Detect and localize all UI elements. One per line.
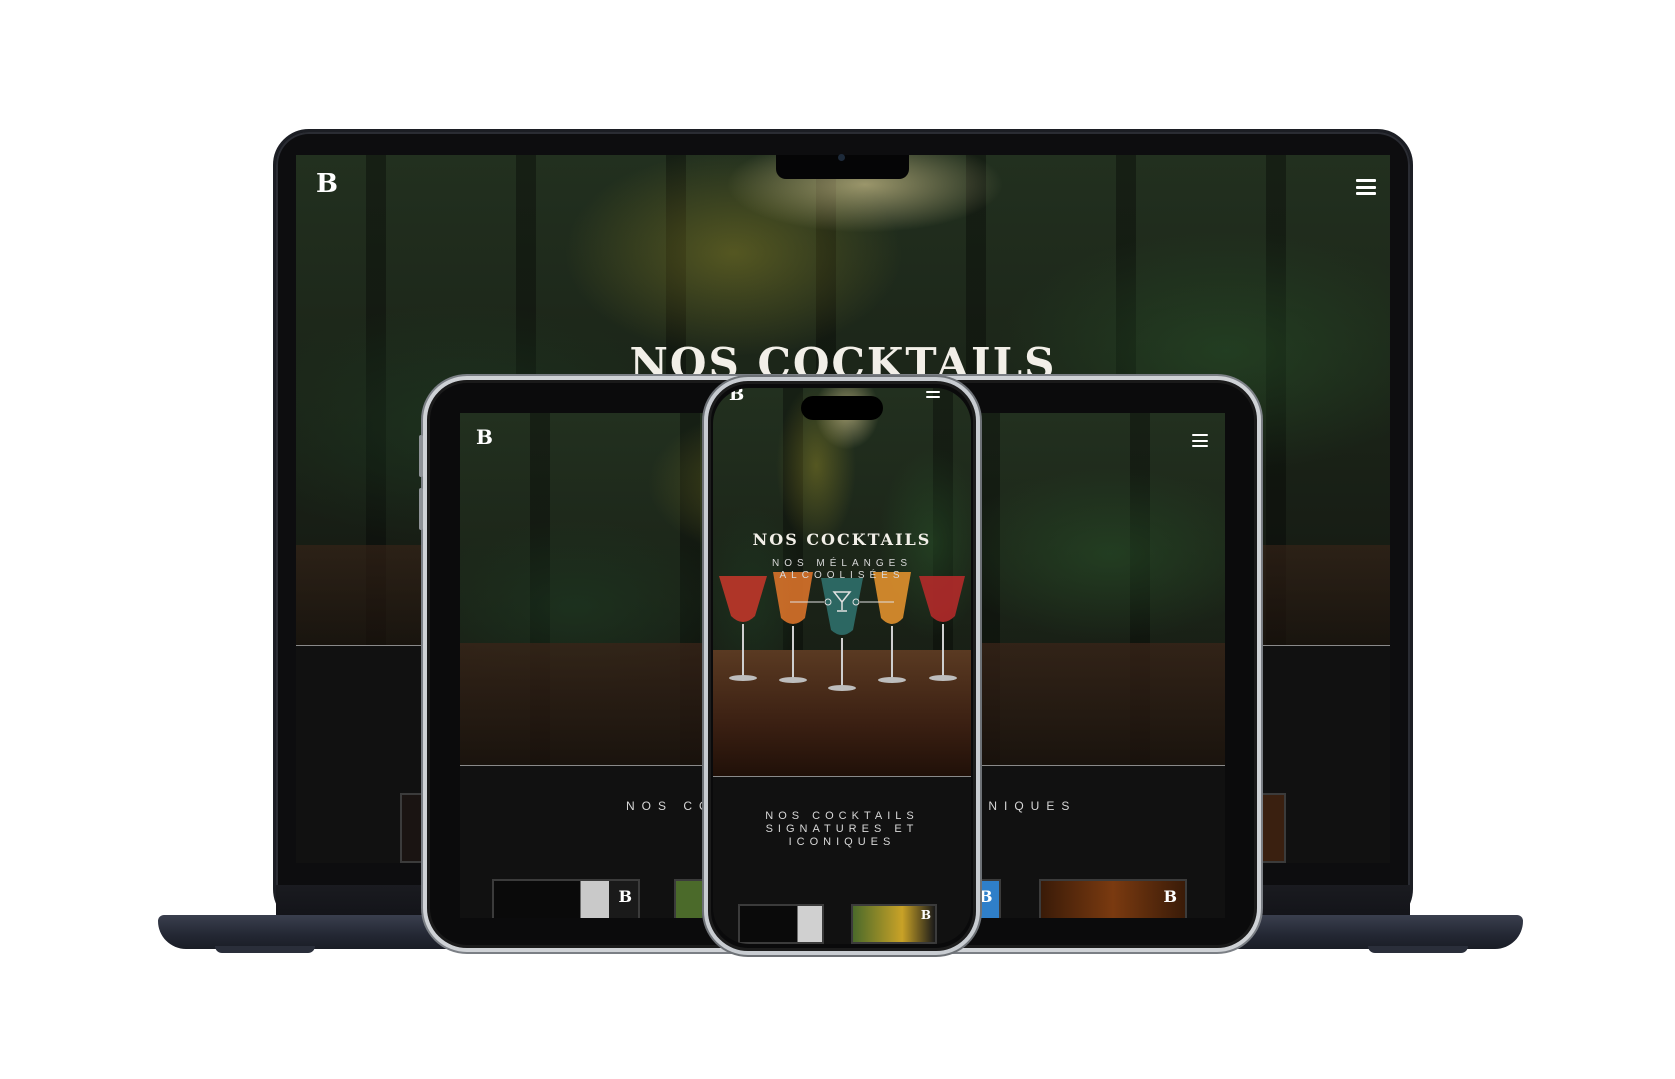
tablet-menu-icon[interactable]	[1192, 434, 1208, 447]
phone-screen: B NOS COCKTAILS NOS MÉLANGES ALCOOLISÉES…	[713, 388, 971, 944]
tablet-cocktail-thumb[interactable]	[674, 879, 704, 918]
phone-section-heading-line3: ICONIQUES	[788, 836, 896, 848]
thumb-logo: B	[920, 908, 931, 922]
tablet-cocktail-thumb[interactable]: B	[492, 879, 640, 918]
phone-hero-subtitle-line1: NOS MÉLANGES	[771, 558, 913, 569]
phone-hero-title: NOS COCKTAILS	[752, 530, 932, 549]
phone-section-heading-line2: SIGNATURES ET	[765, 823, 919, 835]
laptop-logo[interactable]: B	[316, 169, 338, 199]
laptop-foot-right	[1368, 946, 1468, 953]
phone-dynamic-island	[801, 396, 883, 420]
laptop-menu-icon[interactable]	[1356, 179, 1376, 195]
phone-menu-icon[interactable]	[926, 388, 940, 398]
tablet-section-heading-right: ONIQUES	[972, 799, 1077, 813]
phone-cocktail-thumb[interactable]	[738, 904, 824, 944]
tablet-volume-button	[419, 435, 423, 477]
tablet-volume-button	[419, 488, 423, 530]
tablet-cocktail-thumb[interactable]: B	[1039, 879, 1187, 918]
phone-cocktail-thumb[interactable]: B	[851, 904, 937, 944]
martini-ornament-icon	[790, 591, 894, 612]
thumb-logo: B	[979, 887, 993, 906]
thumb-logo: B	[1163, 887, 1177, 906]
phone-hero-subtitle-line2: ALCOOLISÉES	[779, 570, 905, 581]
thumb-logo: B	[618, 887, 632, 906]
camera-icon	[838, 154, 845, 161]
laptop-foot-left	[215, 946, 315, 953]
phone-section-heading-line1: NOS COCKTAILS	[765, 810, 919, 822]
phone-logo[interactable]: B	[729, 388, 744, 405]
phone-hero-divider	[713, 776, 971, 777]
tablet-logo[interactable]: B	[476, 425, 493, 449]
